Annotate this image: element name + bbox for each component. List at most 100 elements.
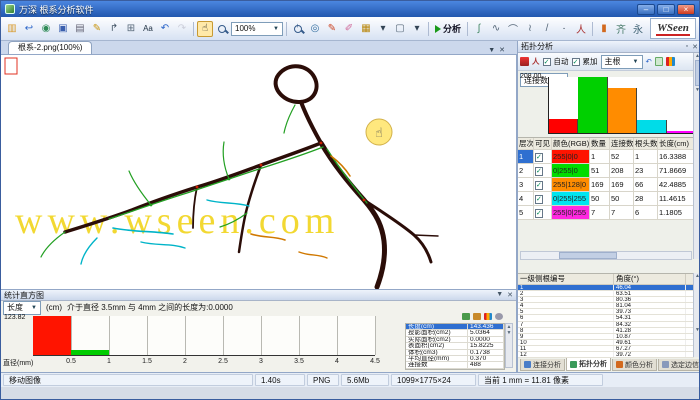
gear-icon[interactable] bbox=[495, 313, 503, 320]
palette-icon[interactable]: ▦ bbox=[358, 21, 374, 37]
layer-row[interactable]: 2✓0|255|0512082371.8669 bbox=[518, 164, 694, 178]
y-max-label: 208.00 bbox=[520, 73, 541, 80]
pan-tool[interactable]: ☝ bbox=[197, 21, 213, 37]
pin-icon[interactable]: ▫ bbox=[686, 43, 688, 51]
layer-row[interactable]: 3✓255|128|01691696642.4885 bbox=[518, 178, 694, 192]
visible-checkbox-cell[interactable]: ✓ bbox=[534, 150, 552, 163]
layer-row[interactable]: 5✓255|0|2557761.1805 bbox=[518, 206, 694, 220]
layer-row[interactable]: 4✓0|255|25550502811.4615 bbox=[518, 192, 694, 206]
layers-icon[interactable] bbox=[520, 57, 529, 66]
chart-bar-level-5[interactable] bbox=[667, 131, 696, 133]
tab-拓扑分析[interactable]: 拓扑分析 bbox=[566, 358, 611, 371]
tab-list-button[interactable]: ▼ bbox=[488, 47, 495, 54]
batch-icon[interactable]: 齐 bbox=[613, 21, 629, 37]
tab-选定边信息[interactable]: 选定边信息 bbox=[658, 359, 700, 371]
chart-bar-level-1[interactable] bbox=[549, 119, 578, 133]
report-icon[interactable] bbox=[655, 57, 663, 66]
column-header: 数量 bbox=[590, 138, 610, 149]
zoom-in-tool[interactable] bbox=[290, 21, 306, 37]
column-header: 连接数 bbox=[610, 138, 634, 149]
chart-icon[interactable] bbox=[484, 313, 492, 320]
undo-icon[interactable]: ↶ bbox=[157, 21, 173, 37]
visible-checkbox[interactable]: ✓ bbox=[535, 181, 543, 190]
histogram-bar-0.5-1[interactable] bbox=[71, 350, 109, 355]
angle-table-scrollbar[interactable]: ▲▼ bbox=[693, 273, 700, 357]
panel-close-icon[interactable]: ✕ bbox=[507, 291, 513, 299]
chart-bar-level-4[interactable] bbox=[637, 120, 666, 133]
palette-arrow[interactable]: ▾ bbox=[375, 21, 391, 37]
point-tool-icon[interactable]: · bbox=[556, 21, 572, 37]
gridline bbox=[223, 316, 224, 355]
tab-close-button[interactable]: ✕ bbox=[499, 46, 505, 54]
edit-icon[interactable]: ✎ bbox=[89, 21, 105, 37]
undo-icon[interactable]: ↶ bbox=[646, 57, 652, 66]
tab-颜色分析[interactable]: 颜色分析 bbox=[612, 359, 657, 371]
smooth-tool-icon[interactable]: ∿ bbox=[488, 21, 504, 37]
export-report-icon[interactable]: 永 bbox=[630, 21, 646, 37]
curve-tool-icon[interactable]: ⌒ bbox=[505, 21, 521, 37]
export-orange-icon[interactable] bbox=[473, 313, 481, 320]
visible-checkbox-cell[interactable]: ✓ bbox=[534, 178, 552, 191]
web-save-icon[interactable]: ◉ bbox=[38, 21, 54, 37]
visible-checkbox[interactable]: ✓ bbox=[535, 167, 543, 176]
revert-icon[interactable]: ↩ bbox=[21, 21, 37, 37]
document-tab[interactable]: 根系-2.png(100%) bbox=[8, 41, 92, 54]
bar-chart-icon[interactable] bbox=[666, 57, 675, 66]
copy-icon[interactable]: ⊞ bbox=[123, 21, 139, 37]
mark-pen-icon[interactable]: ✎ bbox=[324, 21, 340, 37]
panel-close-icon[interactable]: ✕ bbox=[692, 43, 698, 51]
visible-checkbox-cell[interactable]: ✓ bbox=[534, 206, 552, 219]
export-icon[interactable]: ↱ bbox=[106, 21, 122, 37]
stats-chart-icon[interactable]: ▮ bbox=[596, 21, 612, 37]
chart-bar-level-2[interactable] bbox=[578, 77, 607, 133]
save-icon[interactable]: ▣ bbox=[55, 21, 71, 37]
text-icon[interactable]: Aa bbox=[140, 21, 156, 37]
visible-checkbox-cell[interactable]: ✓ bbox=[534, 192, 552, 205]
panel-menu-icon[interactable]: ▼ bbox=[496, 291, 503, 299]
chart-bar-level-3[interactable] bbox=[608, 88, 637, 134]
accumulate-checkbox[interactable]: ✓ bbox=[572, 58, 580, 66]
analysis-panel-title: 拓扑分析 bbox=[521, 41, 553, 52]
histogram-bar-0-0.5[interactable] bbox=[33, 316, 71, 355]
line-tool-icon[interactable]: / bbox=[539, 21, 555, 37]
root-select[interactable]: 主根 ▼ bbox=[601, 55, 643, 69]
close-button[interactable]: × bbox=[677, 4, 695, 15]
x-axis-ticks: 0.511.522.533.544.5 bbox=[33, 358, 375, 367]
zoom-tool[interactable] bbox=[214, 21, 230, 37]
tab-label: 连接分析 bbox=[533, 360, 561, 370]
prune-tool-icon[interactable]: ∫ bbox=[471, 21, 487, 37]
export-green-icon[interactable] bbox=[462, 313, 470, 320]
analyze-button[interactable]: 分析 bbox=[432, 22, 464, 35]
shape-icon[interactable]: ▢ bbox=[392, 21, 408, 37]
layer-row[interactable]: 1✓255|0|0152116.3388 bbox=[518, 150, 694, 164]
zoom-level-combo[interactable]: 100% ▼ bbox=[231, 22, 283, 36]
x-tick-label: 2.5 bbox=[218, 358, 228, 365]
visible-checkbox[interactable]: ✓ bbox=[535, 209, 543, 218]
visible-checkbox-cell[interactable]: ✓ bbox=[534, 164, 552, 177]
count-cell: 1 bbox=[590, 150, 610, 163]
print-icon[interactable]: ▤ bbox=[72, 21, 88, 37]
measurement-row[interactable]: 连接数488 bbox=[406, 362, 504, 368]
minimize-button[interactable]: – bbox=[637, 4, 655, 15]
wave-tool-icon[interactable]: ≀ bbox=[522, 21, 538, 37]
redo-icon[interactable]: ↷ bbox=[174, 21, 190, 37]
table-horizontal-scrollbar[interactable] bbox=[520, 251, 692, 260]
visible-checkbox[interactable]: ✓ bbox=[535, 153, 543, 162]
measurement-label: 实际面积(cm2) bbox=[406, 337, 468, 342]
metric-select[interactable]: 长度 ▼ bbox=[3, 301, 41, 315]
column-header: 层次 bbox=[518, 138, 534, 149]
auto-label: 自动 bbox=[554, 56, 569, 67]
tab-连接分析[interactable]: 连接分析 bbox=[520, 359, 565, 371]
panel-scrollbar[interactable]: ▲▼ bbox=[693, 53, 700, 259]
branch-icon[interactable]: 人 bbox=[532, 56, 540, 67]
open-icon[interactable]: ▥ bbox=[4, 21, 20, 37]
maximize-button[interactable]: □ bbox=[657, 4, 675, 15]
person-tool-icon[interactable]: 人 bbox=[573, 21, 589, 37]
measurements-scrollbar[interactable]: ▲▼ bbox=[505, 323, 513, 368]
view-icon[interactable]: ◎ bbox=[307, 21, 323, 37]
shape-arrow[interactable]: ▾ bbox=[409, 21, 425, 37]
brush-icon[interactable]: ✐ bbox=[341, 21, 357, 37]
visible-checkbox[interactable]: ✓ bbox=[535, 195, 543, 204]
auto-checkbox[interactable]: ✓ bbox=[543, 58, 551, 66]
image-canvas[interactable]: www.wseen.com bbox=[1, 55, 517, 289]
